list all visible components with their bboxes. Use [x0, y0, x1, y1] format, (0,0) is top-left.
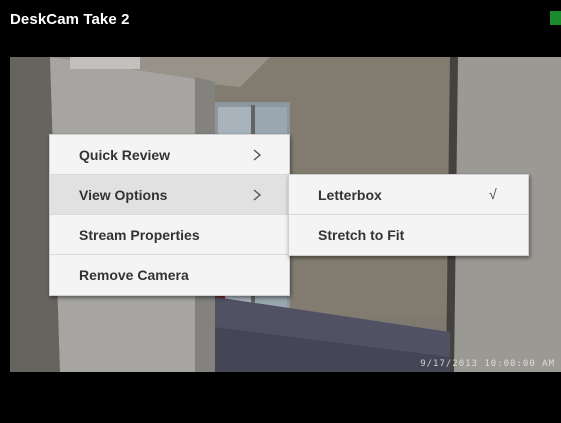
menu-item-quick-review[interactable]: Quick Review — [50, 135, 289, 175]
video-timestamp: 9/17/2013 10:00:00 AM — [420, 359, 555, 369]
menu-item-label: Stream Properties — [79, 227, 200, 243]
video-border — [0, 57, 10, 372]
menu-item-view-options[interactable]: View Options — [50, 175, 289, 215]
submenu-item-stretch-to-fit[interactable]: Stretch to Fit — [289, 215, 528, 255]
menu-item-label: Remove Camera — [79, 267, 189, 283]
menu-item-label: View Options — [79, 187, 168, 203]
camera-context-menu: Quick Review View Options Stream Propert… — [49, 134, 290, 296]
menu-item-remove-camera[interactable]: Remove Camera — [50, 255, 289, 295]
chevron-right-icon — [253, 189, 262, 201]
view-options-submenu: Letterbox √ Stretch to Fit — [288, 174, 529, 256]
camera-title: DeskCam Take 2 — [10, 11, 130, 28]
menu-item-label: Quick Review — [79, 147, 171, 163]
submenu-item-label: Letterbox — [318, 187, 382, 203]
camera-titlebar: DeskCam Take 2 — [0, 0, 561, 57]
submenu-item-label: Stretch to Fit — [318, 227, 405, 243]
chevron-right-icon — [253, 149, 262, 161]
status-indicator — [550, 11, 561, 25]
checkmark-icon: √ — [489, 186, 497, 202]
submenu-item-letterbox[interactable]: Letterbox √ — [289, 175, 528, 215]
camera-footer — [0, 372, 561, 423]
menu-item-stream-properties[interactable]: Stream Properties — [50, 215, 289, 255]
